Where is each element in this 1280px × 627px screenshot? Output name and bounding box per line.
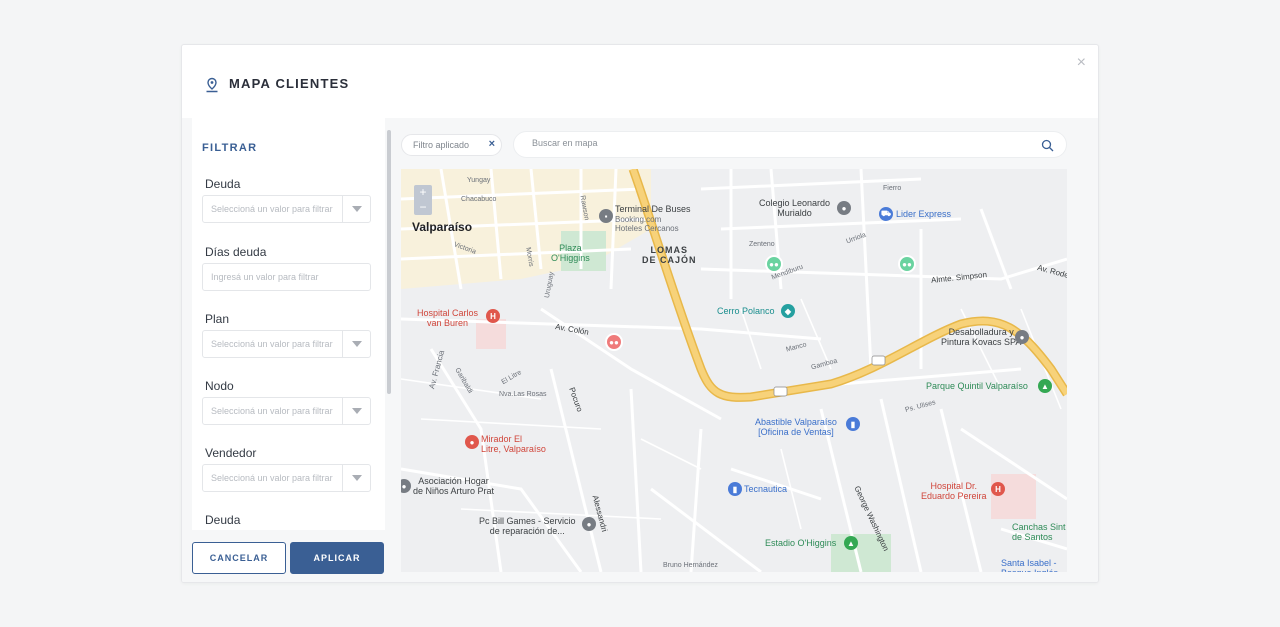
street-label: Yungay [467,177,491,184]
map-label-canchas: Canchas Sint de Santos [1012,522,1066,543]
map-label-district: LOMAS DE CAJÓN [642,245,697,266]
dropdown-toggle[interactable] [342,331,370,357]
street-label: Nva.Las Rosas [499,391,547,398]
client-map-modal: MAPA CLIENTES × FILTRAR Deuda Seleccioná… [181,44,1099,583]
modal-header: MAPA CLIENTES × [182,45,1098,118]
vendedor-placeholder: Seleccioná un valor para filtrar [211,473,333,483]
nodo-placeholder: Seleccioná un valor para filtrar [211,406,333,416]
sidebar-scrollbar[interactable] [387,130,391,394]
map-label-abastible: Abastible Valparaíso [Oficina de Ventas] [755,417,837,438]
zoom-out-button[interactable]: − [414,200,432,215]
map-label-hospital-ep: Hospital Dr. Eduardo Pereira [921,481,987,502]
hospital-icon[interactable]: H [991,482,1005,496]
map-label-desabolladura: Desabolladura y Pintura Kovacs SPA [941,327,1022,348]
map-label-colegio: Colegio Leonardo Murialdo [759,198,831,219]
zoom-control: + − [414,185,432,215]
zoom-in-button[interactable]: + [414,185,432,200]
gas-station-icon[interactable]: ▮ [846,417,860,431]
users-icon: ●● [769,259,779,269]
field-label-deuda: Deuda [205,177,241,191]
client-marker-icon[interactable]: ●● [765,255,783,273]
map-label-terminal: Terminal De Buses [615,204,691,214]
street-label: Chacabuco [461,196,497,203]
map-canvas[interactable]: + − Valparaíso LOMAS DE CAJÓN ▪ Terminal… [401,169,1067,572]
car-repair-icon[interactable]: ● [1015,330,1029,344]
bus-terminal-icon[interactable]: ▪ [599,209,613,223]
dias-deuda-placeholder: Ingresá un valor para filtrar [211,272,319,282]
store-icon[interactable]: ▮ [728,482,742,496]
map-label-city: Valparaíso [412,220,473,234]
chevron-down-icon [352,475,362,481]
plan-placeholder: Seleccioná un valor para filtrar [211,339,333,349]
chevron-down-icon [352,341,362,347]
dropdown-toggle[interactable] [342,398,370,424]
map-label-estadio: Estadio O'Higgins [765,538,837,548]
street-label: Bruno Hernández [663,562,718,569]
client-marker-icon[interactable]: ●● [898,255,916,273]
dropdown-toggle[interactable] [342,465,370,491]
close-icon[interactable]: × [1077,55,1086,71]
street-label: Fierro [883,185,902,192]
map-label-booking: Booking.com Hoteles Cercanos [615,215,679,234]
field-label-nodo: Nodo [205,379,234,393]
map-label-pcbill: Pc Bill Games - Servicio de reparación d… [479,516,576,537]
map-label-asociacion: Asociación Hogar de Niños Arturo Prat [413,476,495,497]
school-icon[interactable]: ● [837,201,851,215]
map-search[interactable] [513,131,1067,158]
filter-title: FILTRAR [202,142,258,154]
applied-filter-chip[interactable]: Filtro aplicado × [401,134,502,156]
map-label-mirador: Mirador El Litre, Valparaíso [481,434,546,455]
map-base-layer [401,169,1067,572]
filter-form: FILTRAR Deuda Seleccioná un valor para f… [192,118,385,530]
chip-label: Filtro aplicado [413,140,470,150]
location-pin-icon [206,77,218,93]
nodo-select[interactable]: Seleccioná un valor para filtrar [202,397,371,425]
field-label-vendedor: Vendedor [205,446,257,460]
filter-sidebar: FILTRAR Deuda Seleccioná un valor para f… [182,118,394,582]
filter-footer: CANCELAR APLICAR [182,530,394,582]
field-label-plan: Plan [205,312,230,326]
client-marker-icon[interactable]: ●● [605,333,623,351]
field-label-deuda-2: Deuda [205,513,241,527]
apply-button[interactable]: APLICAR [290,542,384,574]
shopping-cart-icon[interactable]: ⛟ [879,207,893,221]
chevron-down-icon [352,408,362,414]
users-icon: ●● [902,259,912,269]
map-label-parque: Parque Quintil Valparaíso [926,381,1028,391]
shop-icon[interactable]: ● [582,517,596,531]
street-label: Zenteno [749,241,775,248]
deuda-select[interactable]: Seleccioná un valor para filtrar [202,195,371,223]
park-icon[interactable]: ▲ [1038,379,1052,393]
map-label-lider: Lider Express [896,209,952,219]
vendedor-select[interactable]: Seleccioná un valor para filtrar [202,464,371,492]
dropdown-toggle[interactable] [342,196,370,222]
deuda-placeholder: Seleccioná un valor para filtrar [211,204,333,214]
stadium-icon[interactable]: ▲ [844,536,858,550]
map-search-input[interactable] [532,138,1012,148]
hospital-icon[interactable]: H [486,309,500,323]
viewpoint-icon[interactable]: ● [465,435,479,449]
map-label-hospital-cvb: Hospital Carlos van Buren [417,308,479,329]
map-panel: Filtro aplicado × Buscar en mapa + − Val… [394,118,1098,582]
plan-select[interactable]: Seleccioná un valor para filtrar [202,330,371,358]
chevron-down-icon [352,206,362,212]
landmark-icon[interactable]: ◆ [781,304,795,318]
map-label-tecnautica: Tecnautica [744,484,788,494]
modal-title: MAPA CLIENTES [229,76,350,91]
dias-deuda-input[interactable]: Ingresá un valor para filtrar [202,263,371,291]
users-icon: ●● [609,337,619,347]
cancel-button[interactable]: CANCELAR [192,542,286,574]
search-icon[interactable] [1041,139,1054,152]
map-label-cerro-polanco: Cerro Polanco [717,306,775,316]
field-label-dias-deuda: Días deuda [205,245,267,259]
remove-filter-icon[interactable]: × [489,138,495,150]
map-label-santa-isabel: Santa Isabel - Bosque Inglés [1001,558,1058,572]
map-label-plaza: Plaza O'Higgins [551,243,590,264]
